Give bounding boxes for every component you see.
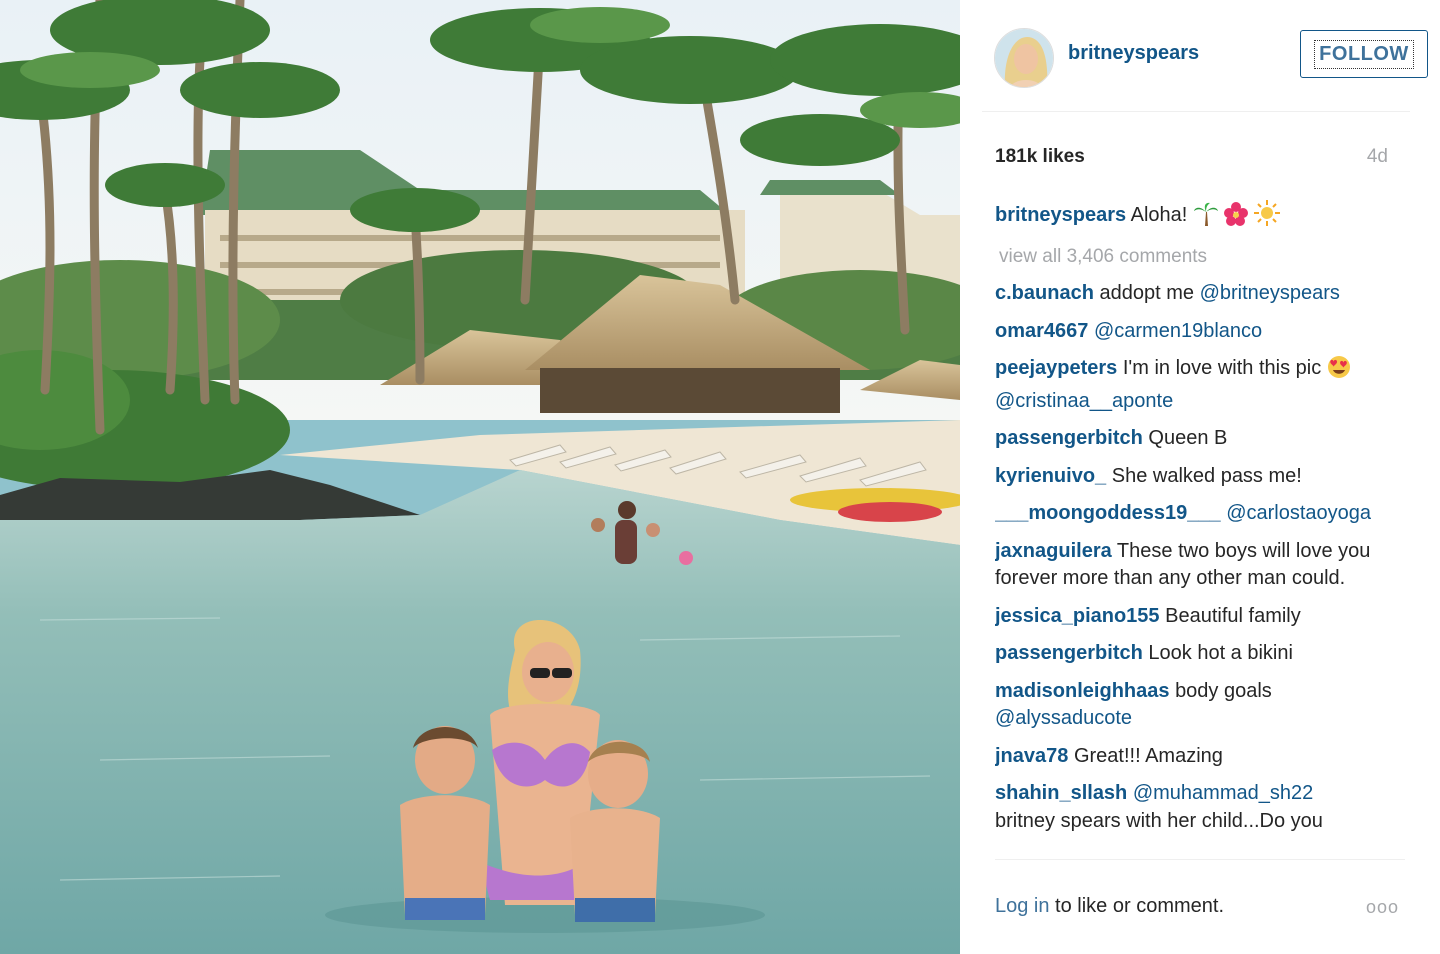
comment-mention[interactable]: @cristinaa__aponte [995, 390, 1173, 412]
comment-item: jessica_piano155 Beautiful family [995, 603, 1405, 631]
sun-icon [1254, 200, 1281, 234]
comment-username[interactable]: passengerbitch [995, 427, 1143, 449]
palm-tree-icon [1193, 202, 1219, 234]
comment-username[interactable]: jessica_piano155 [995, 605, 1160, 627]
comments-list[interactable]: britneyspears Aloha! view all 3,406 comm… [995, 200, 1405, 860]
heart-eyes-icon [1327, 355, 1351, 388]
comment-username[interactable]: omar4667 [995, 320, 1088, 342]
caption-username[interactable]: britneyspears [995, 204, 1126, 226]
follow-button[interactable]: FOLLOW [1300, 30, 1428, 78]
beach-resort-photo [0, 0, 960, 954]
comment-item: omar4667 @carmen19blanco [995, 318, 1405, 346]
post-stats: 181k likes 4d [995, 146, 1388, 170]
login-prompt-text: to like or comment. [1049, 895, 1225, 917]
comment-mention[interactable]: @muhammad_sh22 [1133, 782, 1313, 804]
comment-text: addopt me [1099, 282, 1200, 304]
avatar[interactable] [994, 28, 1054, 88]
comment-text: Look hot a bikini [1148, 642, 1293, 664]
comment-username[interactable]: passengerbitch [995, 642, 1143, 664]
comment-item: shahin_sllash @muhammad_sh22 britney spe… [995, 780, 1405, 835]
hibiscus-icon [1224, 202, 1249, 234]
comment-username[interactable]: jnava78 [995, 745, 1068, 767]
comment-item: passengerbitch Queen B [995, 425, 1405, 453]
comment-item: kyrienuivo_ She walked pass me! [995, 463, 1405, 491]
post-photo[interactable] [0, 0, 960, 954]
comment-text: I'm in love with this pic [1122, 357, 1322, 379]
post-footer: Log in to like or comment. ooo [995, 895, 1398, 925]
comment-item: jaxnaguilera These two boys will love yo… [995, 538, 1405, 593]
login-link[interactable]: Log in [995, 895, 1050, 917]
comment-text: body goals [1175, 679, 1272, 702]
likes-count[interactable]: 181k likes [995, 146, 1085, 168]
comment-mention[interactable]: @carmen19blanco [1094, 320, 1262, 342]
comment-text: Great!!! Amazing [1073, 744, 1223, 767]
comment-item: passengerbitch Look hot a bikini [995, 640, 1405, 668]
comment-item: c.baunach addopt me @britneyspears [995, 280, 1405, 308]
comment-item: peejaypeters I'm in love with this pic @… [995, 355, 1405, 415]
post-caption: britneyspears Aloha! [995, 200, 1405, 234]
post-sidebar: britneyspears FOLLOW 181k likes 4d britn… [960, 0, 1440, 954]
post-header: britneyspears FOLLOW [982, 22, 1428, 112]
comment-text: Queen B [1148, 427, 1228, 449]
comment-username[interactable]: peejaypeters [995, 357, 1117, 379]
login-prompt: Log in to like or comment. [995, 895, 1224, 917]
header-username[interactable]: britneyspears [1068, 42, 1199, 65]
view-all-comments-link[interactable]: view all 3,406 comments [999, 244, 1405, 270]
follow-button-label: FOLLOW [1314, 39, 1414, 69]
comment-item: madisonleighhaas body goals @alyssaducot… [995, 678, 1405, 733]
post-timestamp[interactable]: 4d [1367, 146, 1388, 168]
caption-text: Aloha! [1130, 204, 1188, 226]
comment-username[interactable]: madisonleighhaas [995, 680, 1170, 702]
comment-mention[interactable]: @alyssaducote [995, 707, 1132, 729]
comment-mention[interactable]: @britneyspears [1200, 282, 1340, 304]
comment-mention[interactable]: @carlostaoyoga [1226, 502, 1371, 524]
comment-item: jnava78 Great!!! Amazing [995, 743, 1405, 771]
comment-text: Beautiful family [1165, 604, 1301, 627]
profile-photo-icon [995, 29, 1053, 87]
comment-text: britney spears with her child...Do you [995, 809, 1323, 832]
comment-username[interactable]: kyrienuivo_ [995, 465, 1106, 487]
comment-username[interactable]: c.baunach [995, 282, 1094, 304]
comment-username[interactable]: jaxnaguilera [995, 540, 1112, 562]
comment-item: ___moongoddess19___ @carlostaoyoga [995, 500, 1405, 528]
comment-text: She walked pass me! [1111, 464, 1302, 487]
more-options-icon[interactable]: ooo [1366, 897, 1399, 918]
instagram-post: britneyspears FOLLOW 181k likes 4d britn… [0, 0, 1440, 954]
comment-username[interactable]: shahin_sllash [995, 782, 1127, 804]
comment-username[interactable]: ___moongoddess19___ [995, 502, 1221, 524]
